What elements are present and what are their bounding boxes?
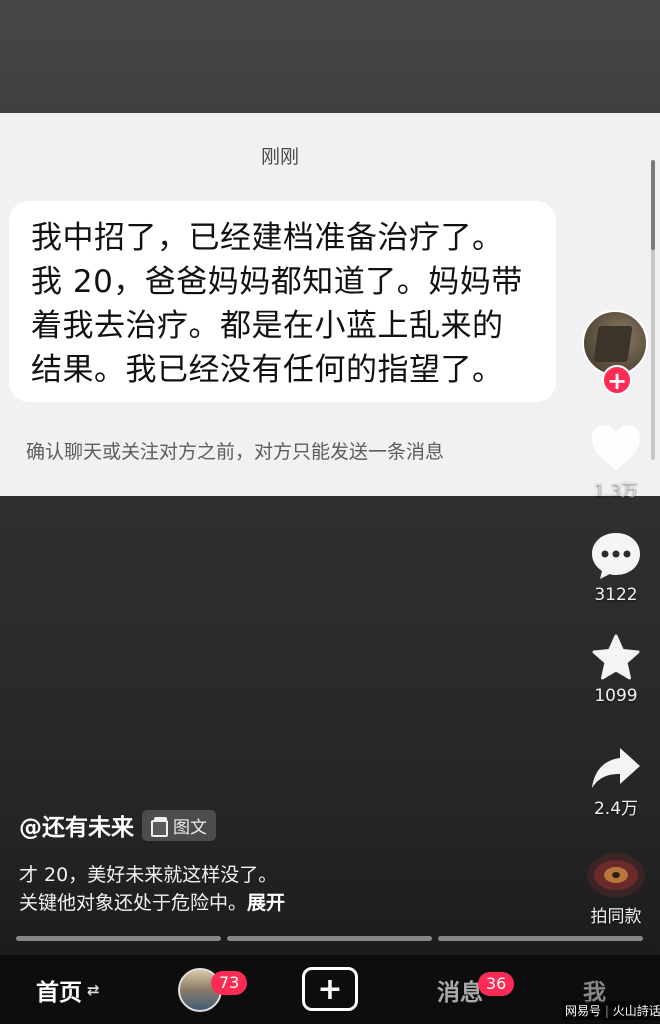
create-post-button[interactable]: + <box>302 967 358 1011</box>
progress-segment <box>16 936 221 941</box>
plus-icon: + <box>317 971 343 1007</box>
messages-badge: 36 <box>478 972 515 996</box>
comment-count: 3122 <box>594 585 638 605</box>
nav-messages-tab[interactable]: 消息 <box>437 955 483 1024</box>
share-count: 2.4万 <box>593 799 639 819</box>
message-line: 着我去治疗。都是在小蓝上乱来的 <box>31 308 504 344</box>
watermark-left: 网易号 <box>565 1004 602 1018</box>
watermark: 网易号 | 火山詩话 <box>562 1001 660 1020</box>
progress-segment <box>438 936 643 941</box>
share-arrow-icon <box>592 748 640 788</box>
image-progress-indicator <box>16 936 643 941</box>
like-count: 1.3万 <box>593 481 639 501</box>
like-button[interactable]: 1.3万 <box>578 424 654 501</box>
friends-badge: 73 <box>211 971 248 995</box>
description-line: 才 20，美好未来就这样没了。 <box>19 864 278 886</box>
star-icon <box>592 634 640 680</box>
favorite-count: 1099 <box>594 686 638 706</box>
swap-icon: ⇄ <box>87 980 100 999</box>
nav-home-label: 首页 <box>36 979 82 1006</box>
description-line-text: 关键他对象还处于危险中。 <box>19 892 248 914</box>
bottom-nav: 首页 ⇄ + 消息 我 <box>0 955 660 1024</box>
nav-messages-label: 消息 <box>437 979 483 1006</box>
message-line: 我 20，爸爸妈妈都知道了。妈妈带 <box>31 264 523 300</box>
author-avatar-button[interactable]: + <box>582 310 648 395</box>
watermark-right: 火山詩话 <box>612 1004 660 1018</box>
use-template-button[interactable]: 拍同款 <box>578 852 654 927</box>
description-line: 关键他对象还处于危险中。展开 <box>19 889 285 917</box>
comment-button[interactable]: 3122 <box>578 531 654 605</box>
message-line: 结果。我已经没有任何的指望了。 <box>31 352 504 388</box>
chat-notice: 确认聊天或关注对方之前，对方只能发送一条消息 <box>26 441 445 463</box>
chat-screenshot-card: 刚刚 我中招了，已经建档准备治疗了。 我 20，爸爸妈妈都知道了。妈妈带 着我去… <box>0 113 660 496</box>
author-row: @还有未来 图文 <box>19 808 216 842</box>
nav-home-tab[interactable]: 首页 ⇄ <box>36 955 100 1024</box>
progress-segment <box>227 936 432 941</box>
follow-button[interactable]: + <box>602 365 632 395</box>
plus-icon: + <box>606 367 628 395</box>
music-disc-icon <box>587 853 645 897</box>
image-text-icon <box>151 817 168 837</box>
post-type-tag: 图文 <box>142 809 216 841</box>
heart-icon <box>592 425 640 470</box>
chat-timestamp: 刚刚 <box>260 146 299 168</box>
favorite-button[interactable]: 1099 <box>578 634 654 706</box>
post-description: 才 20，美好未来就这样没了。 关键他对象还处于危险中。展开 <box>19 861 285 917</box>
author-name[interactable]: @还有未来 <box>19 808 134 842</box>
post-type-label: 图文 <box>173 817 207 838</box>
message-line: 我中招了，已经建档准备治疗了。 <box>31 220 504 256</box>
watermark-separator: | <box>601 1004 613 1018</box>
expand-button[interactable]: 展开 <box>247 892 285 914</box>
message-bubble: 我中招了，已经建档准备治疗了。 我 20，爸爸妈妈都知道了。妈妈带 着我去治疗。… <box>9 201 556 402</box>
action-rail: + 1.3万 3122 1099 2.4万 拍同款 <box>578 0 654 940</box>
comment-icon <box>592 533 640 579</box>
share-button[interactable]: 2.4万 <box>578 746 654 819</box>
use-template-label: 拍同款 <box>590 907 642 927</box>
